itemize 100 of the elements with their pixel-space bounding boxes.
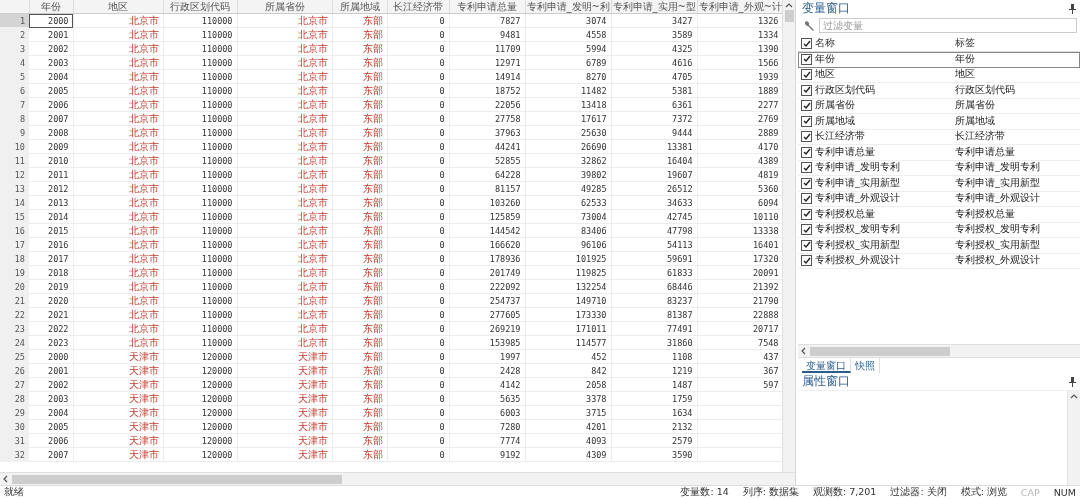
table-cell: 110000 xyxy=(163,69,237,84)
variable-row[interactable]: 专利申请_外观设计 专利申请_外观设计 xyxy=(798,191,1080,207)
filter-field[interactable]: 过滤变量 xyxy=(819,18,1077,33)
checkbox[interactable] xyxy=(801,224,812,236)
variable-row[interactable]: 地区 地区 xyxy=(798,67,1080,83)
checkbox[interactable] xyxy=(801,193,812,205)
column-header[interactable]: 标签 xyxy=(955,37,1080,50)
column-header[interactable]: 长江经济带 xyxy=(387,0,449,14)
checkbox[interactable] xyxy=(801,115,812,127)
column-header[interactable]: 所属地域 xyxy=(332,0,387,14)
table-cell: 34633 xyxy=(611,195,697,210)
table-cell: 110000 xyxy=(163,195,237,210)
variable-row[interactable]: 所属省份 所属省份 xyxy=(798,98,1080,114)
table-cell: 0 xyxy=(387,209,449,224)
table-cell: 1487 xyxy=(611,377,697,392)
checkbox[interactable] xyxy=(801,53,812,65)
table-cell: 北京市 xyxy=(73,153,163,168)
table-cell: 4558 xyxy=(525,27,611,42)
table-cell: 2000 xyxy=(29,13,73,28)
table-cell: 3427 xyxy=(611,13,697,28)
table-cell: 61833 xyxy=(611,265,697,280)
table-cell: 77491 xyxy=(611,321,697,336)
table-cell: 2018 xyxy=(29,265,73,280)
variable-label: 专利授权_发明专利 xyxy=(955,223,1041,237)
checkbox[interactable] xyxy=(801,162,812,174)
variable-row[interactable]: 专利申请总量 专利申请总量 xyxy=(798,145,1080,161)
table-cell: 2013 xyxy=(29,195,73,210)
column-header[interactable]: 年份 xyxy=(29,0,73,14)
column-header[interactable]: 专利申请_实用~型 xyxy=(611,0,697,14)
variable-row[interactable]: 专利授权_发明专利 专利授权_发明专利 xyxy=(798,222,1080,238)
table-cell: 120000 xyxy=(163,433,237,448)
table-cell: 110000 xyxy=(163,125,237,140)
checkbox[interactable] xyxy=(801,100,812,112)
table-cell: 2009 xyxy=(29,139,73,154)
table-cell: 12971 xyxy=(449,55,525,70)
table-cell: 149710 xyxy=(525,293,611,308)
variable-row[interactable]: 行政区划代码 行政区划代码 xyxy=(798,83,1080,99)
table-cell: 北京市 xyxy=(73,335,163,350)
table-cell: 14914 xyxy=(449,69,525,84)
table-cell: 110000 xyxy=(163,209,237,224)
pin-icon[interactable] xyxy=(1069,3,1076,14)
table-cell: 3715 xyxy=(525,405,611,420)
table-cell: 8270 xyxy=(525,69,611,84)
checkbox[interactable] xyxy=(801,38,812,49)
column-header[interactable]: 专利申请_外观~计 xyxy=(697,0,782,14)
variable-row[interactable]: 专利申请_发明专利 专利申请_发明专利 xyxy=(798,160,1080,176)
table-cell: 1634 xyxy=(611,405,697,420)
table-cell: 9481 xyxy=(449,27,525,42)
table-cell: 0 xyxy=(387,125,449,140)
scroll-thumb[interactable] xyxy=(12,474,342,484)
table-cell: 842 xyxy=(525,363,611,378)
table-cell: 东部 xyxy=(332,335,387,350)
scroll-thumb[interactable] xyxy=(810,346,950,356)
column-header[interactable]: 行政区划代码 xyxy=(163,0,237,14)
variable-row[interactable]: 专利授权_实用新型 专利授权_实用新型 xyxy=(798,238,1080,254)
table-cell: 北京市 xyxy=(73,55,163,70)
checkbox[interactable] xyxy=(801,239,812,251)
table-cell: 天津市 xyxy=(73,363,163,378)
status-item: CAP xyxy=(1020,487,1040,498)
column-header[interactable]: 名称 xyxy=(815,37,955,50)
checkbox[interactable] xyxy=(801,177,812,189)
pin-icon[interactable] xyxy=(1069,376,1076,387)
variable-label: 专利申请_发明专利 xyxy=(955,161,1041,175)
table-cell: 26690 xyxy=(525,139,611,154)
variable-row[interactable]: 年份 年份 xyxy=(798,52,1080,68)
checkbox[interactable] xyxy=(801,84,812,96)
table-cell: 东部 xyxy=(332,195,387,210)
panel-tab[interactable]: 变量窗口 xyxy=(802,358,851,373)
table-cell: 0 xyxy=(387,447,449,462)
table-cell: 北京市 xyxy=(237,335,332,350)
checkbox[interactable] xyxy=(801,208,812,220)
variable-row[interactable]: 所属地域 所属地域 xyxy=(798,114,1080,130)
checkbox[interactable] xyxy=(801,255,812,267)
table-cell: 2023 xyxy=(29,335,73,350)
table-cell: 9444 xyxy=(611,125,697,140)
table-cell: 6361 xyxy=(611,97,697,112)
table-cell: 东部 xyxy=(332,83,387,98)
column-header[interactable]: 地区 xyxy=(73,0,163,14)
checkbox[interactable] xyxy=(801,146,812,158)
table-cell: 201749 xyxy=(449,265,525,280)
table-cell: 0 xyxy=(387,69,449,84)
column-header[interactable]: 专利申请总量 xyxy=(449,0,525,14)
table-cell: 166620 xyxy=(449,237,525,252)
table-cell: 0 xyxy=(387,153,449,168)
table-cell: 0 xyxy=(387,55,449,70)
variable-label: 行政区划代码 xyxy=(955,83,1016,97)
table-cell: 4616 xyxy=(611,55,697,70)
table-cell: 北京市 xyxy=(237,265,332,280)
column-header[interactable]: 专利申请_发明~利 xyxy=(525,0,611,14)
checkbox[interactable] xyxy=(801,69,812,81)
variable-row[interactable]: 专利授权_外观设计 专利授权_外观设计 xyxy=(798,253,1080,269)
column-header[interactable]: 所属省份 xyxy=(237,0,332,14)
checkbox[interactable] xyxy=(801,131,812,143)
variable-row[interactable]: 长江经济带 长江经济带 xyxy=(798,129,1080,145)
variable-row[interactable]: 专利申请_实用新型 专利申请_实用新型 xyxy=(798,176,1080,192)
scroll-thumb[interactable] xyxy=(784,10,794,22)
panel-tab[interactable]: 快照 xyxy=(851,358,880,373)
variable-name: 年份 xyxy=(815,52,836,66)
variable-row[interactable]: 专利授权总量 专利授权总量 xyxy=(798,207,1080,223)
table-cell: 东部 xyxy=(332,433,387,448)
